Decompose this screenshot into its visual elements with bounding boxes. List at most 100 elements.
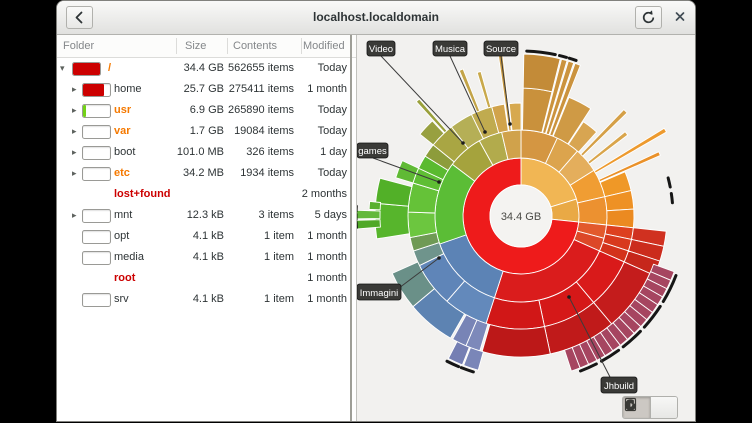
back-button[interactable] [66,6,93,29]
usage-gauge [82,230,111,244]
refresh-icon [636,7,661,28]
folder-contents: 3 items [227,205,294,226]
folder-modified: 1 month [295,247,347,268]
folder-name: mnt [114,205,132,226]
folder-name: opt [114,226,129,247]
chart-segment[interactable] [459,69,479,112]
label-pointer-line [381,56,463,143]
chart-segment[interactable] [588,132,628,164]
usage-gauge [82,167,111,181]
label-pointer-dot [437,180,441,184]
chart-segment[interactable] [482,325,550,357]
label-pointer-dot [567,295,571,299]
folder-contents: 19084 items [227,121,294,142]
folder-size: 4.1 kB [162,247,224,268]
chart-label-text: Immagini [360,288,399,299]
expander-right-icon[interactable]: ▸ [72,79,77,100]
table-scrollbar[interactable] [350,35,352,421]
table-row-home[interactable]: ▸ home 25.7 GB275411 items1 month [57,79,356,100]
table-row-usr[interactable]: ▸usr6.9 GB265890 itemsToday [57,100,356,121]
folder-size: 25.7 GB [162,79,224,100]
folder-modified: 1 month [295,268,347,289]
treemap-chart-button[interactable] [650,397,677,418]
table-body: ▾/34.4 GB562655 itemsToday▸home25.7 GB27… [57,58,356,310]
folder-name: root [114,268,135,289]
chart-label-text: Source [486,44,516,55]
expander-right-icon[interactable]: ▸ [72,163,77,184]
label-pointer-dot [483,130,487,134]
app-window: localhost.localdomain Folder [57,1,695,421]
more-levels-indicator [569,58,576,60]
column-header-modified[interactable]: Modified [303,35,345,57]
usage-gauge [82,251,111,265]
table-row-srv[interactable]: srv4.1 kB1 item1 month [57,289,356,310]
column-header-folder[interactable]: Folder [63,35,94,57]
chevron-left-icon [67,7,92,28]
chart-center-label: 34.4 GB [501,211,541,223]
usage-gauge [82,146,111,160]
label-pointer-dot [461,141,465,145]
desktop-background: localhost.localdomain Folder [0,0,752,423]
folder-contents: 1 item [227,226,294,247]
usage-gauge [82,104,111,118]
table-row-var[interactable]: ▸ var 1.7 GB19084 itemsToday [57,121,356,142]
chart-segment[interactable] [376,178,412,206]
folder-contents: 1934 items [227,163,294,184]
table-row-etc[interactable]: ▸ etc 34.2 MB1934 itemsToday [57,163,356,184]
folder-modified: 2 months [295,184,347,205]
folder-name: boot [114,142,135,163]
folder-name: var [114,121,131,142]
column-divider [301,38,302,54]
table-row-lost-found[interactable]: lost+found2 months [57,184,356,205]
folder-modified: 1 month [295,79,347,100]
refresh-button[interactable] [635,6,662,29]
table-header: Folder Size Contents Modified [57,35,356,58]
expander-right-icon[interactable]: ▸ [72,142,77,163]
folder-size: 12.3 kB [162,205,224,226]
folder-modified: Today [295,100,347,121]
rings-chart-panel: 34.4 GBVideoMusicaSourcegamesImmaginiJhb… [357,35,695,421]
usage-gauge [82,83,111,97]
folder-modified: Today [295,121,347,142]
rings-chart[interactable]: 34.4 GBVideoMusicaSourcegamesImmaginiJhb… [357,35,695,421]
folder-contents: 326 items [227,142,294,163]
column-header-size[interactable]: Size [185,35,206,57]
expander-right-icon[interactable]: ▸ [72,121,77,142]
view-switcher [622,396,678,419]
table-row-opt[interactable]: opt4.1 kB1 item1 month [57,226,356,247]
folder-size: 34.2 MB [162,163,224,184]
chart-segment[interactable] [357,210,380,219]
chart-label-text: Video [369,44,393,55]
expander-right-icon[interactable]: ▸ [72,205,77,226]
folder-modified: Today [295,163,347,184]
folder-name: home [114,79,142,100]
folder-name: media [114,247,144,268]
folder-contents: 1 item [227,247,294,268]
usage-gauge [82,125,111,139]
column-divider [227,38,228,54]
chart-segment[interactable] [357,220,380,229]
expander-right-icon[interactable]: ▸ [72,100,77,121]
table-row--[interactable]: ▾/34.4 GB562655 itemsToday [57,58,356,79]
expander-down-icon[interactable]: ▾ [60,58,65,79]
table-row-boot[interactable]: ▸ boot 101.0 MB326 items1 day [57,142,356,163]
table-row-media[interactable]: media 4.1 kB1 item1 month [57,247,356,268]
chart-segment[interactable] [486,298,544,329]
more-levels-indicator [671,194,672,203]
folder-contents: 1 item [227,289,294,310]
chart-segment[interactable] [477,71,491,107]
folder-name: etc [114,163,130,184]
folder-size: 101.0 MB [162,142,224,163]
chart-segment[interactable] [599,152,660,182]
column-header-contents[interactable]: Contents [233,35,277,57]
table-row-mnt[interactable]: ▸mnt12.3 kB3 items5 days [57,205,356,226]
folder-modified: 1 day [295,142,347,163]
folder-contents: 275411 items [227,79,294,100]
folder-size: 1.7 GB [162,121,224,142]
label-pointer-dot [437,256,441,260]
table-row-root[interactable]: root 1 month [57,268,356,289]
headerbar: localhost.localdomain [57,1,695,35]
chart-segment[interactable] [369,201,381,209]
window-title: localhost.localdomain [57,1,695,34]
close-button[interactable] [668,6,692,29]
